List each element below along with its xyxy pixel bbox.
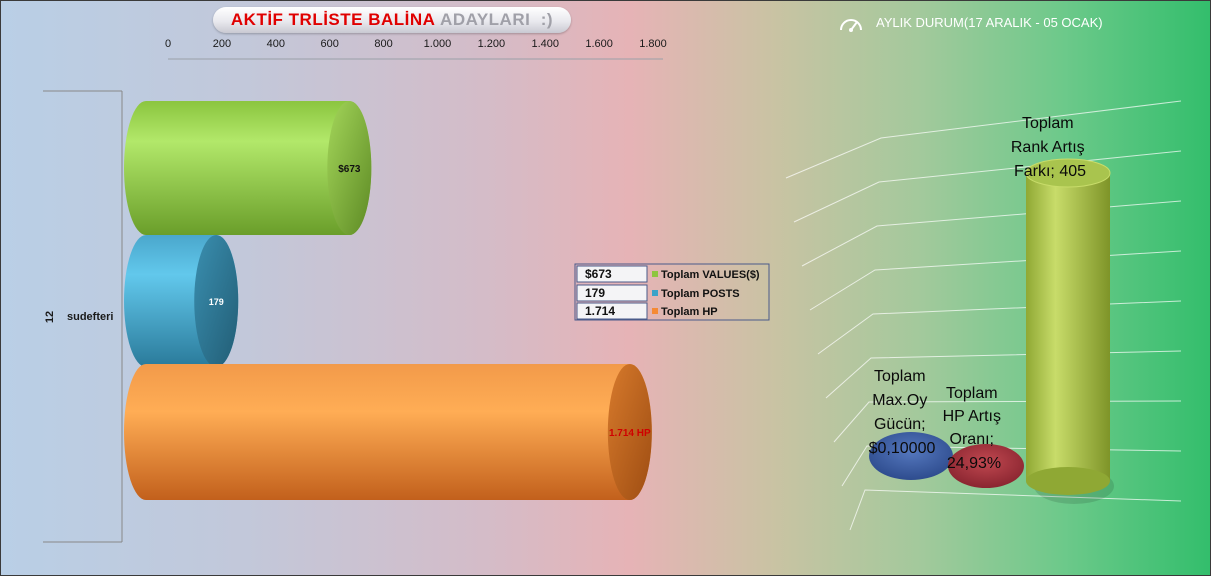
bar-hp-body <box>124 364 652 500</box>
x-tick-label: 1.200 <box>478 38 506 50</box>
hp-rate-label-line: Oranı; <box>950 431 994 448</box>
legend-swatch-hp <box>652 308 658 314</box>
chart-canvas: 0 200 400 600 800 1.000 1.200 1.400 1.600 1.800 1… <box>43 38 1182 543</box>
bars-group: $673 179 1.714 HP <box>124 101 652 500</box>
hp-rate-label-line: Toplam <box>946 385 998 402</box>
maxoy-label-line: Toplam <box>874 368 926 385</box>
right-gridline <box>849 489 1182 531</box>
x-tick-label: 600 <box>320 38 338 50</box>
x-axis-ticks: 0 200 400 600 800 1.000 1.200 1.400 1.600 1.800 <box>165 38 667 50</box>
dashboard: AKTİF TRLİSTE BALİNA ADAYLARI :) AYLIK D… <box>0 0 1211 576</box>
legend-swatch-values <box>652 271 658 277</box>
group-label: 12 <box>44 311 56 323</box>
x-tick-label: 0 <box>165 38 171 50</box>
right-gridline <box>817 300 1182 355</box>
hp-rate-label-line: 24,93% <box>947 455 1001 472</box>
rank-label: Toplam Rank Artış Farkı; 405 <box>1011 115 1089 180</box>
right-gridline <box>801 200 1182 267</box>
rank-label-line: Toplam <box>1022 115 1074 132</box>
x-tick-label: 200 <box>213 38 231 50</box>
bar-rank-body <box>1026 173 1110 481</box>
legend-value-hp: 1.714 <box>585 304 615 318</box>
x-tick-label: 400 <box>267 38 285 50</box>
legend-label-values: Toplam VALUES($) <box>661 269 760 281</box>
x-tick-label: 800 <box>374 38 392 50</box>
bar-posts-data-label: 179 <box>209 297 224 307</box>
legend-swatch-posts <box>652 290 658 296</box>
bar-hp-data-label: 1.714 HP <box>609 428 651 439</box>
hp-rate-label: Toplam HP Artış Oranı; 24,93% <box>943 385 1006 472</box>
maxoy-label: Toplam Max.Oy Gücün; $0,10000 <box>869 368 936 457</box>
x-tick-label: 1.000 <box>424 38 452 50</box>
rank-label-line: Rank Artış <box>1011 139 1085 156</box>
bar-hp: 1.714 HP <box>124 364 652 500</box>
hp-rate-label-line: HP Artış <box>943 408 1001 425</box>
x-tick-label: 1.400 <box>531 38 559 50</box>
category-label: sudefteri <box>67 311 113 323</box>
bar-rank <box>1025 158 1114 504</box>
bar-values-data-label: $673 <box>338 164 361 175</box>
bar-posts: 179 <box>124 235 239 367</box>
maxoy-label-line: $0,10000 <box>869 440 936 457</box>
right-gridline <box>793 150 1182 223</box>
maxoy-label-line: Max.Oy <box>872 392 927 409</box>
rank-label-line: Farkı; 405 <box>1014 163 1086 180</box>
legend-value-posts: 179 <box>585 286 605 300</box>
x-tick-label: 1.800 <box>639 38 667 50</box>
legend-label-hp: Toplam HP <box>661 306 718 318</box>
legend: $673 179 1.714 Toplam VALUES($) Toplam P… <box>574 263 770 321</box>
bar-rank-bottom <box>1026 467 1110 495</box>
bar-values: $673 <box>124 101 372 235</box>
right-gridline <box>785 100 1182 179</box>
legend-label-posts: Toplam POSTS <box>661 288 740 300</box>
x-tick-label: 1.600 <box>585 38 613 50</box>
maxoy-label-line: Gücün; <box>874 416 926 433</box>
legend-value-values: $673 <box>585 267 612 281</box>
right-gridline <box>809 250 1182 311</box>
